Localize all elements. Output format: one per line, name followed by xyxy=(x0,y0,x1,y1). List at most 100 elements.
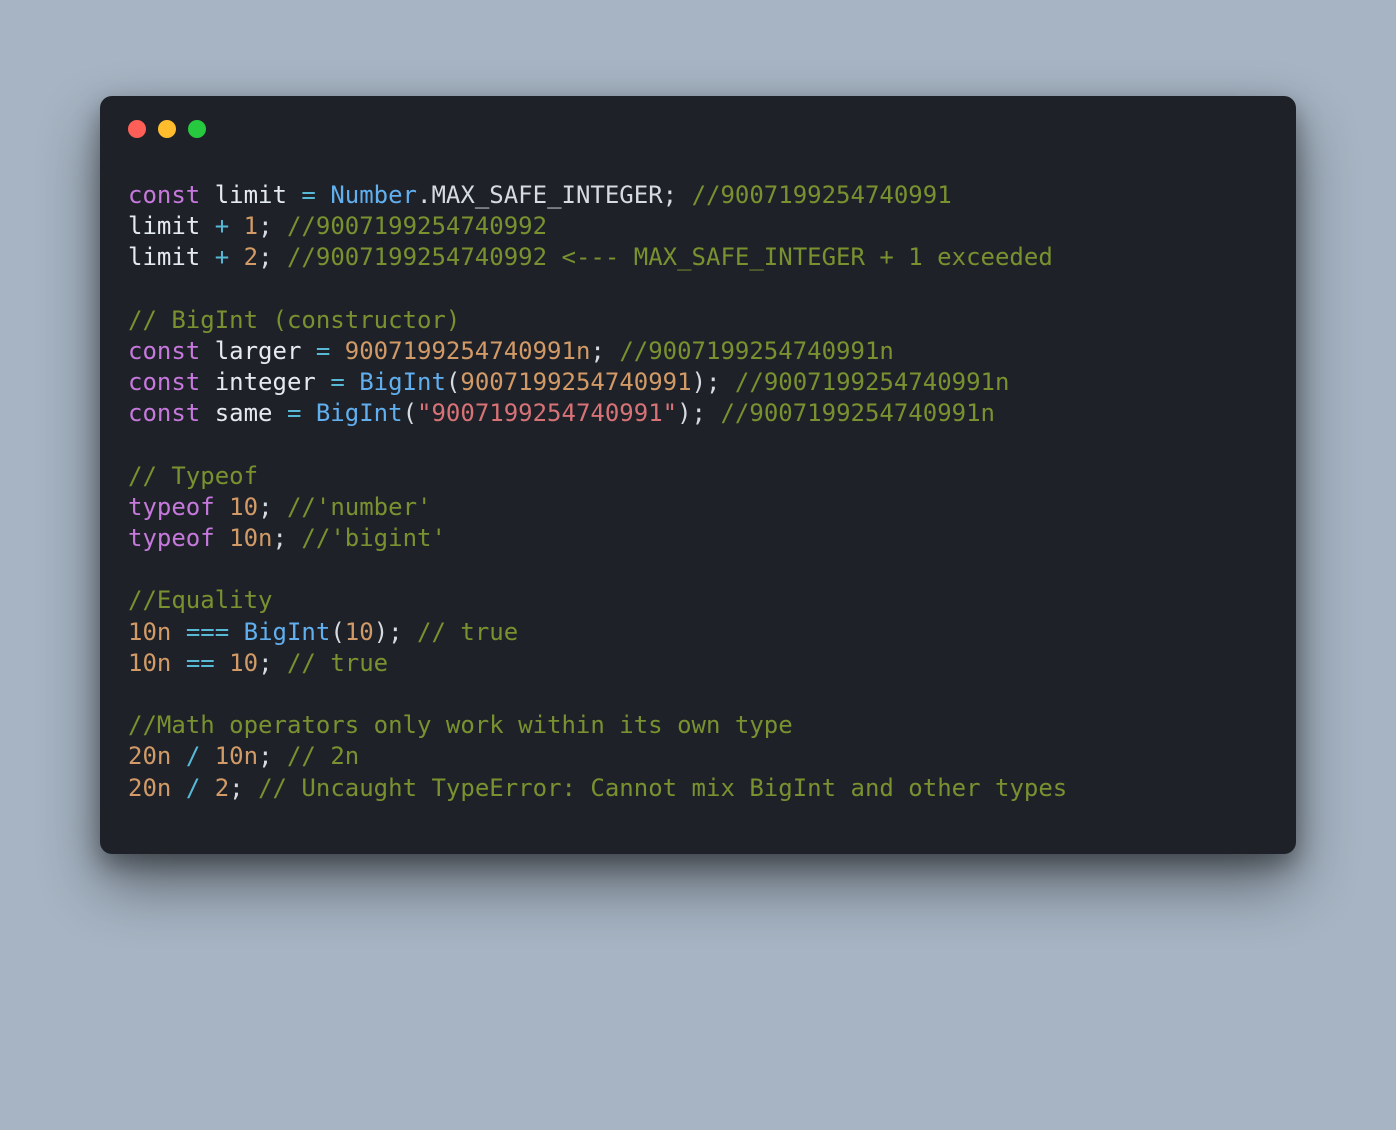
code-line: const same = BigInt("9007199254740991");… xyxy=(128,398,1268,429)
code-line: 10n === BigInt(10); // true xyxy=(128,617,1268,648)
code-line: const limit = Number.MAX_SAFE_INTEGER; /… xyxy=(128,180,1268,211)
close-icon[interactable] xyxy=(128,120,146,138)
token-comment: // 2n xyxy=(287,742,359,770)
token-sp xyxy=(244,774,258,802)
code-block: const limit = Number.MAX_SAFE_INTEGER; /… xyxy=(100,152,1296,804)
token-punc: ; xyxy=(590,337,604,365)
token-punc: ); xyxy=(374,618,403,646)
token-op: = xyxy=(301,181,315,209)
token-sp xyxy=(273,742,287,770)
code-line xyxy=(128,430,1268,461)
token-punc: ); xyxy=(692,368,721,396)
token-num: 2 xyxy=(215,774,229,802)
code-line: 10n == 10; // true xyxy=(128,648,1268,679)
token-comment: // Typeof xyxy=(128,462,258,490)
code-line: limit + 2; //9007199254740992 <--- MAX_S… xyxy=(128,242,1268,273)
token-num: 10n xyxy=(128,649,171,677)
token-comment: // true xyxy=(287,649,388,677)
token-sp xyxy=(171,774,185,802)
token-sp xyxy=(273,399,287,427)
token-num: 2 xyxy=(244,243,258,271)
token-op: == xyxy=(186,649,215,677)
code-line: limit + 1; //9007199254740992 xyxy=(128,211,1268,242)
token-num: 20n xyxy=(128,774,171,802)
token-prop: MAX_SAFE_INTEGER xyxy=(431,181,662,209)
token-sp xyxy=(200,181,214,209)
token-punc: ; xyxy=(663,181,677,209)
token-num: 10n xyxy=(128,618,171,646)
code-line: 20n / 10n; // 2n xyxy=(128,741,1268,772)
token-sp xyxy=(215,493,229,521)
token-sp xyxy=(200,212,214,240)
code-line: //Equality xyxy=(128,585,1268,616)
token-sp xyxy=(316,368,330,396)
token-kw: const xyxy=(128,368,200,396)
token-punc: ); xyxy=(677,399,706,427)
token-type: Number xyxy=(330,181,417,209)
token-punc: ; xyxy=(229,774,243,802)
token-comment: //9007199254740991n xyxy=(720,399,995,427)
token-punc: ; xyxy=(258,243,272,271)
token-sp xyxy=(273,493,287,521)
token-sp xyxy=(273,212,287,240)
token-num: 1 xyxy=(244,212,258,240)
token-sp xyxy=(316,181,330,209)
token-sp xyxy=(403,618,417,646)
token-punc: ( xyxy=(330,618,344,646)
token-sp xyxy=(171,618,185,646)
token-type: BigInt xyxy=(359,368,446,396)
token-var: limit xyxy=(215,181,287,209)
code-line: // Typeof xyxy=(128,461,1268,492)
token-str: "9007199254740991" xyxy=(417,399,677,427)
token-kw: const xyxy=(128,181,200,209)
token-sp xyxy=(287,524,301,552)
token-sp xyxy=(200,742,214,770)
token-op: = xyxy=(316,337,330,365)
token-comment: //9007199254740991n xyxy=(735,368,1010,396)
code-line: //Math operators only work within its ow… xyxy=(128,710,1268,741)
token-op: + xyxy=(215,212,229,240)
token-comment: //9007199254740992 xyxy=(287,212,547,240)
token-punc: ( xyxy=(403,399,417,427)
token-sp xyxy=(720,368,734,396)
token-op: / xyxy=(186,742,200,770)
maximize-icon[interactable] xyxy=(188,120,206,138)
token-op: === xyxy=(186,618,229,646)
token-punc: ; xyxy=(258,493,272,521)
minimize-icon[interactable] xyxy=(158,120,176,138)
token-sp xyxy=(171,649,185,677)
token-punc: ; xyxy=(258,212,272,240)
token-sp xyxy=(200,337,214,365)
token-op: + xyxy=(215,243,229,271)
token-op: / xyxy=(186,774,200,802)
token-kw: const xyxy=(128,337,200,365)
token-op: = xyxy=(287,399,301,427)
token-sp xyxy=(287,181,301,209)
token-sp xyxy=(215,649,229,677)
token-sp xyxy=(200,368,214,396)
token-sp xyxy=(171,742,185,770)
token-var: same xyxy=(215,399,273,427)
token-num: 10n xyxy=(229,524,272,552)
token-kw: typeof xyxy=(128,524,215,552)
token-var: larger xyxy=(215,337,302,365)
token-type: BigInt xyxy=(244,618,331,646)
token-type: BigInt xyxy=(316,399,403,427)
token-num: 20n xyxy=(128,742,171,770)
token-sp xyxy=(677,181,691,209)
token-comment: //9007199254740991n xyxy=(619,337,894,365)
token-comment: // BigInt (constructor) xyxy=(128,306,460,334)
token-num: 9007199254740991 xyxy=(460,368,691,396)
token-sp xyxy=(273,243,287,271)
token-sp xyxy=(200,774,214,802)
code-line: // BigInt (constructor) xyxy=(128,305,1268,336)
token-sp xyxy=(229,212,243,240)
token-comment: // true xyxy=(417,618,518,646)
token-sp xyxy=(605,337,619,365)
token-sp xyxy=(706,399,720,427)
token-op: = xyxy=(330,368,344,396)
token-comment: //Equality xyxy=(128,586,273,614)
token-comment: //'bigint' xyxy=(301,524,446,552)
token-kw: const xyxy=(128,399,200,427)
token-sp xyxy=(215,524,229,552)
